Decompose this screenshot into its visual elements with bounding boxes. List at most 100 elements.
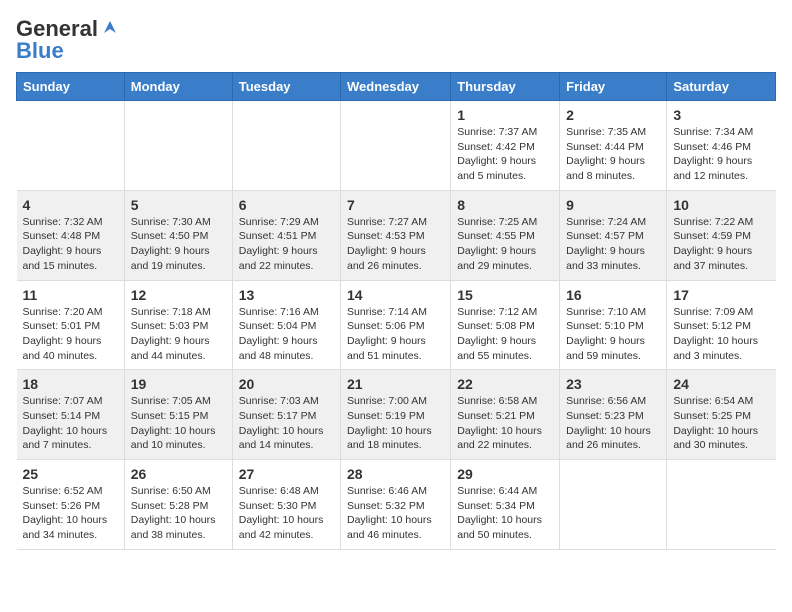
day-number: 9 [566, 197, 660, 213]
week-row-3: 11 Sunrise: 7:20 AM Sunset: 5:01 PM Dayli… [17, 280, 776, 370]
day-info: Sunrise: 7:09 AM Sunset: 5:12 PM Dayligh… [673, 305, 769, 364]
day-info: Sunrise: 7:10 AM Sunset: 5:10 PM Dayligh… [566, 305, 660, 364]
day-cell: 6 Sunrise: 7:29 AM Sunset: 4:51 PM Daylig… [232, 190, 340, 280]
day-info: Sunrise: 7:24 AM Sunset: 4:57 PM Dayligh… [566, 215, 660, 274]
day-cell: 23Sunrise: 6:56 AM Sunset: 5:23 PM Dayli… [560, 370, 667, 460]
day-number: 19 [131, 376, 226, 392]
day-cell: 21 Sunrise: 7:00 AM Sunset: 5:19 PM Dayli… [341, 370, 451, 460]
day-info: Sunrise: 6:44 AM Sunset: 5:34 PM Dayligh… [457, 484, 553, 543]
day-number: 20 [239, 376, 334, 392]
day-number: 12 [131, 287, 226, 303]
day-cell: 27Sunrise: 6:48 AM Sunset: 5:30 PM Dayli… [232, 460, 340, 550]
day-cell: 8Sunrise: 7:25 AM Sunset: 4:55 PM Daylig… [451, 190, 560, 280]
day-cell: 2 Sunrise: 7:35 AM Sunset: 4:44 PM Daylig… [560, 101, 667, 191]
day-number: 1 [457, 107, 553, 123]
day-number: 8 [457, 197, 553, 213]
day-cell [17, 101, 125, 191]
col-header-wednesday: Wednesday [341, 73, 451, 101]
day-number: 4 [23, 197, 118, 213]
day-info: Sunrise: 6:52 AM Sunset: 5:26 PM Dayligh… [23, 484, 118, 543]
day-number: 7 [347, 197, 444, 213]
col-header-friday: Friday [560, 73, 667, 101]
col-header-thursday: Thursday [451, 73, 560, 101]
week-row-4: 18 Sunrise: 7:07 AM Sunset: 5:14 PM Dayli… [17, 370, 776, 460]
week-row-2: 4 Sunrise: 7:32 AM Sunset: 4:48 PM Daylig… [17, 190, 776, 280]
day-number: 29 [457, 466, 553, 482]
day-cell: 18 Sunrise: 7:07 AM Sunset: 5:14 PM Dayli… [17, 370, 125, 460]
day-cell: 26 Sunrise: 6:50 AM Sunset: 5:28 PM Dayli… [124, 460, 232, 550]
day-number: 3 [673, 107, 769, 123]
day-cell: 20 Sunrise: 7:03 AM Sunset: 5:17 PM Dayli… [232, 370, 340, 460]
logo-blue-text: Blue [16, 38, 64, 64]
day-number: 6 [239, 197, 334, 213]
day-cell: 12 Sunrise: 7:18 AM Sunset: 5:03 PM Dayli… [124, 280, 232, 370]
day-cell: 7 Sunrise: 7:27 AM Sunset: 4:53 PM Daylig… [341, 190, 451, 280]
day-cell: 11 Sunrise: 7:20 AM Sunset: 5:01 PM Dayli… [17, 280, 125, 370]
day-number: 15 [457, 287, 553, 303]
day-number: 18 [23, 376, 118, 392]
day-cell [341, 101, 451, 191]
day-info: Sunrise: 7:29 AM Sunset: 4:51 PM Dayligh… [239, 215, 334, 274]
day-info: Sunrise: 6:56 AM Sunset: 5:23 PM Dayligh… [566, 394, 660, 453]
day-cell: 22 Sunrise: 6:58 AM Sunset: 5:21 PM Dayli… [451, 370, 560, 460]
day-number: 16 [566, 287, 660, 303]
day-info: Sunrise: 7:03 AM Sunset: 5:17 PM Dayligh… [239, 394, 334, 453]
day-info: Sunrise: 7:32 AM Sunset: 4:48 PM Dayligh… [23, 215, 118, 274]
day-cell: 10 Sunrise: 7:22 AM Sunset: 4:59 PM Dayli… [667, 190, 776, 280]
day-cell [667, 460, 776, 550]
day-cell [232, 101, 340, 191]
day-info: Sunrise: 7:35 AM Sunset: 4:44 PM Dayligh… [566, 125, 660, 184]
col-header-monday: Monday [124, 73, 232, 101]
day-info: Sunrise: 7:07 AM Sunset: 5:14 PM Dayligh… [23, 394, 118, 453]
day-number: 10 [673, 197, 769, 213]
day-number: 22 [457, 376, 553, 392]
day-number: 5 [131, 197, 226, 213]
day-cell: 9 Sunrise: 7:24 AM Sunset: 4:57 PM Daylig… [560, 190, 667, 280]
day-info: Sunrise: 7:34 AM Sunset: 4:46 PM Dayligh… [673, 125, 769, 184]
day-info: Sunrise: 6:54 AM Sunset: 5:25 PM Dayligh… [673, 394, 769, 453]
day-info: Sunrise: 6:50 AM Sunset: 5:28 PM Dayligh… [131, 484, 226, 543]
day-info: Sunrise: 7:16 AM Sunset: 5:04 PM Dayligh… [239, 305, 334, 364]
header-row: SundayMondayTuesdayWednesdayThursdayFrid… [17, 73, 776, 101]
col-header-sunday: Sunday [17, 73, 125, 101]
day-cell: 25 Sunrise: 6:52 AM Sunset: 5:26 PM Dayli… [17, 460, 125, 550]
page-header: General Blue [16, 16, 776, 64]
day-info: Sunrise: 7:22 AM Sunset: 4:59 PM Dayligh… [673, 215, 769, 274]
day-number: 25 [23, 466, 118, 482]
day-cell: 4 Sunrise: 7:32 AM Sunset: 4:48 PM Daylig… [17, 190, 125, 280]
day-info: Sunrise: 7:30 AM Sunset: 4:50 PM Dayligh… [131, 215, 226, 274]
day-info: Sunrise: 7:27 AM Sunset: 4:53 PM Dayligh… [347, 215, 444, 274]
day-cell: 14Sunrise: 7:14 AM Sunset: 5:06 PM Dayli… [341, 280, 451, 370]
day-cell: 17Sunrise: 7:09 AM Sunset: 5:12 PM Dayli… [667, 280, 776, 370]
day-cell [124, 101, 232, 191]
day-number: 13 [239, 287, 334, 303]
day-cell: 1 Sunrise: 7:37 AM Sunset: 4:42 PM Daylig… [451, 101, 560, 191]
day-cell: 16 Sunrise: 7:10 AM Sunset: 5:10 PM Dayli… [560, 280, 667, 370]
day-number: 14 [347, 287, 444, 303]
day-info: Sunrise: 7:20 AM Sunset: 5:01 PM Dayligh… [23, 305, 118, 364]
day-info: Sunrise: 6:46 AM Sunset: 5:32 PM Dayligh… [347, 484, 444, 543]
day-number: 27 [239, 466, 334, 482]
day-info: Sunrise: 6:58 AM Sunset: 5:21 PM Dayligh… [457, 394, 553, 453]
logo: General Blue [16, 16, 120, 64]
day-info: Sunrise: 7:18 AM Sunset: 5:03 PM Dayligh… [131, 305, 226, 364]
day-number: 28 [347, 466, 444, 482]
day-cell: 24Sunrise: 6:54 AM Sunset: 5:25 PM Dayli… [667, 370, 776, 460]
day-number: 11 [23, 287, 118, 303]
day-cell [560, 460, 667, 550]
day-number: 2 [566, 107, 660, 123]
day-number: 21 [347, 376, 444, 392]
day-cell: 3 Sunrise: 7:34 AM Sunset: 4:46 PM Daylig… [667, 101, 776, 191]
week-row-1: 1 Sunrise: 7:37 AM Sunset: 4:42 PM Daylig… [17, 101, 776, 191]
col-header-saturday: Saturday [667, 73, 776, 101]
calendar-table: SundayMondayTuesdayWednesdayThursdayFrid… [16, 72, 776, 550]
day-info: Sunrise: 7:05 AM Sunset: 5:15 PM Dayligh… [131, 394, 226, 453]
day-cell: 15Sunrise: 7:12 AM Sunset: 5:08 PM Dayli… [451, 280, 560, 370]
day-number: 26 [131, 466, 226, 482]
day-cell: 29 Sunrise: 6:44 AM Sunset: 5:34 PM Dayli… [451, 460, 560, 550]
col-header-tuesday: Tuesday [232, 73, 340, 101]
week-row-5: 25 Sunrise: 6:52 AM Sunset: 5:26 PM Dayli… [17, 460, 776, 550]
day-cell: 13 Sunrise: 7:16 AM Sunset: 5:04 PM Dayli… [232, 280, 340, 370]
day-info: Sunrise: 7:37 AM Sunset: 4:42 PM Dayligh… [457, 125, 553, 184]
day-info: Sunrise: 7:00 AM Sunset: 5:19 PM Dayligh… [347, 394, 444, 453]
